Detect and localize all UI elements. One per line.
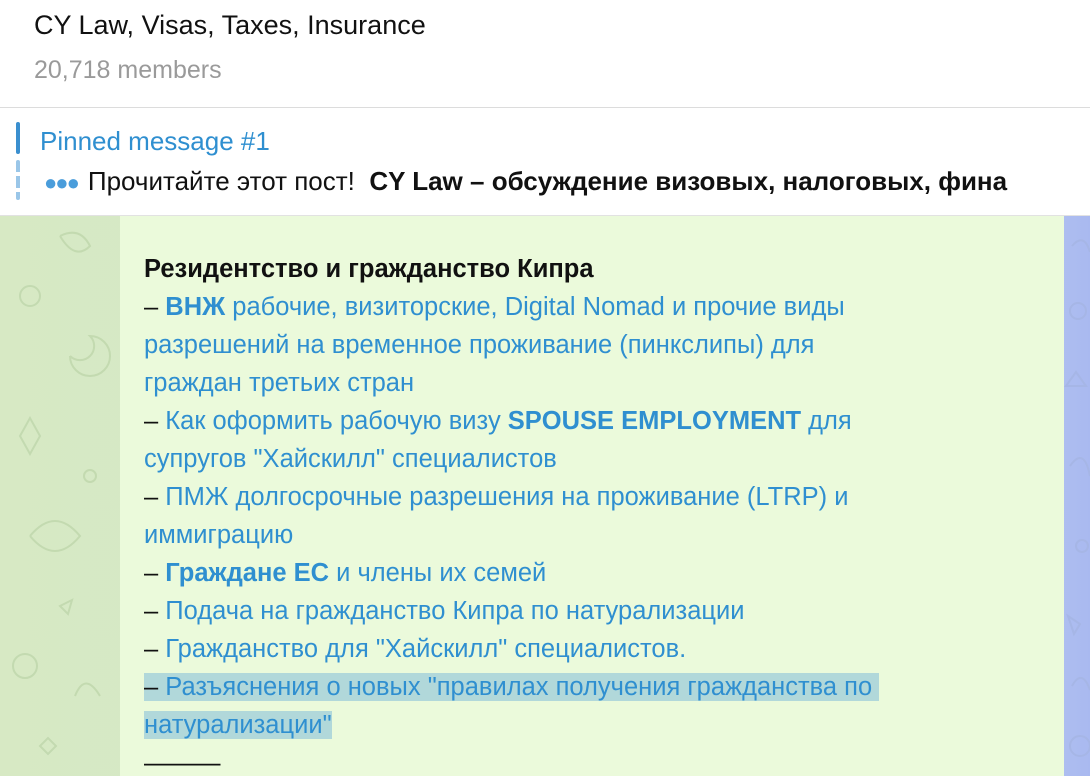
list-item-selected: – Разъяснения о новых "правилах получени…	[144, 668, 1044, 706]
list-item: – Гражданство для "Хайскилл" специалисто…	[144, 635, 687, 663]
list-item: – ПМЖ долгосрочные разрешения на прожива…	[144, 483, 849, 511]
link-spouse-visa[interactable]: Как оформить рабочую визу	[165, 407, 508, 435]
link-vnzh-text-2[interactable]: разрешений на временное проживание (пинк…	[144, 331, 814, 359]
selection-highlight: – Разъяснения о новых "правилах получени…	[144, 673, 880, 701]
chat-title[interactable]: CY Law, Visas, Taxes, Insurance	[34, 10, 426, 41]
pinned-indicator-rest	[16, 160, 20, 200]
pinned-indicator-active	[16, 122, 20, 154]
list-item-continued: иммиграцию	[144, 516, 1044, 554]
pinned-message-bar[interactable]: Pinned message #1 ●●● Прочитайте этот пос…	[0, 108, 1090, 216]
chat-header: CY Law, Visas, Taxes, Insurance 20,718 m…	[0, 0, 1090, 108]
list-item-continued: граждан третьих стран	[144, 364, 1044, 402]
pinned-message-preview[interactable]: ●●● Прочитайте этот пост! CY Law – обсужд…	[44, 166, 1007, 197]
link-vnzh-text-3[interactable]: граждан третьих стран	[144, 369, 414, 397]
link-new-rules[interactable]: Разъяснения о новых "правилах получения …	[165, 673, 872, 701]
message-heading: Резидентство и гражданство Кипра	[144, 255, 594, 283]
ellipsis-icon: ●●●	[44, 170, 80, 195]
message-text: Резидентство и гражданство Кипра – ВНЖ р…	[144, 250, 1044, 776]
link-eu-citizens-text[interactable]: и члены их семей	[329, 559, 546, 587]
link-ltrp[interactable]: ПМЖ долгосрочные разрешения на проживани…	[165, 483, 848, 511]
list-item: – ВНЖ рабочие, визиторские, Digital Noma…	[144, 293, 845, 321]
link-ltrp-2[interactable]: иммиграцию	[144, 521, 293, 549]
pinned-preview-text: Прочитайте этот пост!	[87, 166, 355, 196]
link-highskill-citizenship[interactable]: Гражданство для "Хайскилл" специалистов.	[165, 635, 686, 663]
link-vnzh-text[interactable]: рабочие, визиторские, Digital Nomad и пр…	[225, 293, 844, 321]
link-spouse-visa-2[interactable]: супругов "Хайскилл" специалистов	[144, 445, 557, 473]
link-spouse-visa-bold[interactable]: SPOUSE EMPLOYMENT	[508, 407, 801, 435]
link-new-rules-2[interactable]: натурализации"	[144, 711, 332, 739]
pinned-message-title[interactable]: Pinned message #1	[40, 126, 270, 157]
list-item: – Как оформить рабочую визу SPOUSE EMPLO…	[144, 407, 852, 435]
separator: ———	[144, 749, 221, 776]
link-spouse-visa-end[interactable]: для	[801, 407, 852, 435]
list-item-continued: разрешений на временное проживание (пинк…	[144, 326, 1044, 364]
list-item-continued: натурализации"	[144, 706, 1044, 744]
list-item: – Граждане ЕС и члены их семей	[144, 559, 547, 587]
member-count: 20,718 members	[34, 56, 222, 84]
link-naturalization[interactable]: Подача на гражданство Кипра по натурализ…	[165, 597, 744, 625]
list-item: – Подача на гражданство Кипра по натурал…	[144, 597, 745, 625]
link-vnzh[interactable]: ВНЖ	[165, 293, 225, 321]
chat-area[interactable]: Резидентство и гражданство Кипра – ВНЖ р…	[0, 216, 1090, 776]
list-item-continued: супругов "Хайскилл" специалистов	[144, 440, 1044, 478]
selection-highlight-2: натурализации"	[144, 711, 332, 739]
link-eu-citizens[interactable]: Граждане ЕС	[165, 559, 329, 587]
pinned-preview-bold: CY Law – обсуждение визовых, налоговых, …	[369, 166, 1008, 196]
